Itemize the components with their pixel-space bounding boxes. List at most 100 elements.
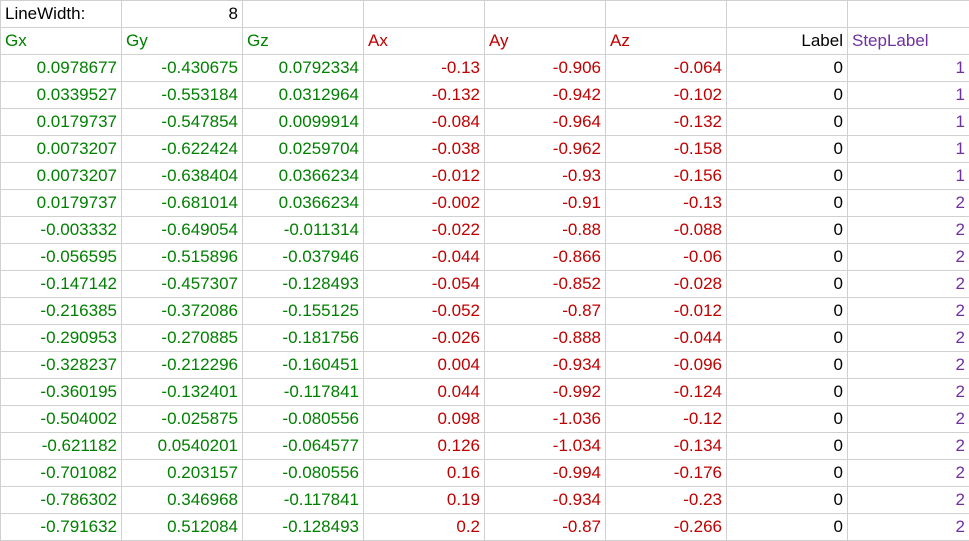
cell-gy[interactable]: -0.372086	[122, 298, 243, 325]
cell-gy[interactable]: -0.649054	[122, 217, 243, 244]
cell-ax[interactable]: 0.2	[364, 514, 485, 541]
cell-gx[interactable]: -0.791632	[1, 514, 122, 541]
cell-gz[interactable]: -0.160451	[243, 352, 364, 379]
cell-gx[interactable]: -0.701082	[1, 460, 122, 487]
cell-gx[interactable]: -0.621182	[1, 433, 122, 460]
cell-gz[interactable]: -0.128493	[243, 514, 364, 541]
cell-gy[interactable]: -0.025875	[122, 406, 243, 433]
cell-gz[interactable]: -0.117841	[243, 487, 364, 514]
cell-ax[interactable]: -0.13	[364, 55, 485, 82]
cell-ax[interactable]: -0.132	[364, 82, 485, 109]
cell-gx[interactable]: 0.0179737	[1, 109, 122, 136]
cell-steplabel[interactable]: 2	[848, 217, 969, 244]
cell-az[interactable]: -0.028	[606, 271, 727, 298]
cell-gx[interactable]: 0.0073207	[1, 136, 122, 163]
cell-gy[interactable]: -0.430675	[122, 55, 243, 82]
linewidth-value[interactable]: 8	[122, 1, 243, 28]
cell-gz[interactable]: 0.0366234	[243, 163, 364, 190]
cell-ax[interactable]: -0.022	[364, 217, 485, 244]
cell-gy[interactable]: -0.212296	[122, 352, 243, 379]
empty-cell[interactable]	[727, 1, 848, 28]
empty-cell[interactable]	[364, 1, 485, 28]
cell-steplabel[interactable]: 1	[848, 109, 969, 136]
cell-gx[interactable]: -0.056595	[1, 244, 122, 271]
cell-ay[interactable]: -1.034	[485, 433, 606, 460]
cell-az[interactable]: -0.012	[606, 298, 727, 325]
cell-steplabel[interactable]: 1	[848, 163, 969, 190]
header-ax[interactable]: Ax	[364, 28, 485, 55]
cell-ay[interactable]: -0.992	[485, 379, 606, 406]
cell-gy[interactable]: 0.346968	[122, 487, 243, 514]
cell-gz[interactable]: -0.080556	[243, 406, 364, 433]
cell-gz[interactable]: 0.0099914	[243, 109, 364, 136]
header-ay[interactable]: Ay	[485, 28, 606, 55]
cell-label[interactable]: 0	[727, 298, 848, 325]
empty-cell[interactable]	[848, 1, 969, 28]
cell-steplabel[interactable]: 2	[848, 298, 969, 325]
cell-steplabel[interactable]: 2	[848, 190, 969, 217]
cell-label[interactable]: 0	[727, 379, 848, 406]
cell-ay[interactable]: -0.93	[485, 163, 606, 190]
empty-cell[interactable]	[243, 1, 364, 28]
cell-label[interactable]: 0	[727, 55, 848, 82]
cell-ax[interactable]: 0.19	[364, 487, 485, 514]
cell-az[interactable]: -0.064	[606, 55, 727, 82]
cell-gy[interactable]: -0.270885	[122, 325, 243, 352]
cell-steplabel[interactable]: 2	[848, 514, 969, 541]
cell-ay[interactable]: -0.91	[485, 190, 606, 217]
cell-ay[interactable]: -1.036	[485, 406, 606, 433]
cell-ax[interactable]: -0.038	[364, 136, 485, 163]
cell-steplabel[interactable]: 2	[848, 352, 969, 379]
cell-gz[interactable]: -0.080556	[243, 460, 364, 487]
cell-steplabel[interactable]: 2	[848, 244, 969, 271]
header-label[interactable]: Label	[727, 28, 848, 55]
cell-label[interactable]: 0	[727, 487, 848, 514]
cell-gy[interactable]: -0.553184	[122, 82, 243, 109]
cell-gz[interactable]: 0.0366234	[243, 190, 364, 217]
cell-ax[interactable]: -0.084	[364, 109, 485, 136]
cell-steplabel[interactable]: 2	[848, 487, 969, 514]
cell-gy[interactable]: -0.547854	[122, 109, 243, 136]
cell-label[interactable]: 0	[727, 433, 848, 460]
cell-ay[interactable]: -0.88	[485, 217, 606, 244]
cell-ax[interactable]: -0.002	[364, 190, 485, 217]
linewidth-label[interactable]: LineWidth:	[1, 1, 122, 28]
cell-label[interactable]: 0	[727, 82, 848, 109]
cell-ay[interactable]: -0.906	[485, 55, 606, 82]
cell-gx[interactable]: -0.147142	[1, 271, 122, 298]
cell-gz[interactable]: -0.011314	[243, 217, 364, 244]
cell-steplabel[interactable]: 2	[848, 379, 969, 406]
cell-steplabel[interactable]: 2	[848, 460, 969, 487]
cell-gy[interactable]: -0.515896	[122, 244, 243, 271]
cell-ay[interactable]: -0.934	[485, 487, 606, 514]
cell-az[interactable]: -0.134	[606, 433, 727, 460]
cell-ax[interactable]: -0.054	[364, 271, 485, 298]
cell-steplabel[interactable]: 1	[848, 55, 969, 82]
cell-az[interactable]: -0.176	[606, 460, 727, 487]
cell-ay[interactable]: -0.866	[485, 244, 606, 271]
cell-gx[interactable]: 0.0073207	[1, 163, 122, 190]
cell-ay[interactable]: -0.852	[485, 271, 606, 298]
cell-az[interactable]: -0.06	[606, 244, 727, 271]
cell-label[interactable]: 0	[727, 244, 848, 271]
empty-cell[interactable]	[606, 1, 727, 28]
cell-ay[interactable]: -0.994	[485, 460, 606, 487]
cell-gz[interactable]: -0.117841	[243, 379, 364, 406]
cell-gy[interactable]: -0.638404	[122, 163, 243, 190]
cell-gz[interactable]: 0.0259704	[243, 136, 364, 163]
cell-gx[interactable]: -0.786302	[1, 487, 122, 514]
header-gx[interactable]: Gx	[1, 28, 122, 55]
cell-az[interactable]: -0.158	[606, 136, 727, 163]
cell-label[interactable]: 0	[727, 406, 848, 433]
cell-gz[interactable]: 0.0792334	[243, 55, 364, 82]
cell-label[interactable]: 0	[727, 136, 848, 163]
cell-az[interactable]: -0.088	[606, 217, 727, 244]
cell-gx[interactable]: -0.504002	[1, 406, 122, 433]
cell-az[interactable]: -0.102	[606, 82, 727, 109]
cell-label[interactable]: 0	[727, 514, 848, 541]
cell-ax[interactable]: 0.004	[364, 352, 485, 379]
cell-steplabel[interactable]: 2	[848, 325, 969, 352]
cell-gx[interactable]: -0.290953	[1, 325, 122, 352]
cell-gy[interactable]: -0.681014	[122, 190, 243, 217]
cell-az[interactable]: -0.156	[606, 163, 727, 190]
